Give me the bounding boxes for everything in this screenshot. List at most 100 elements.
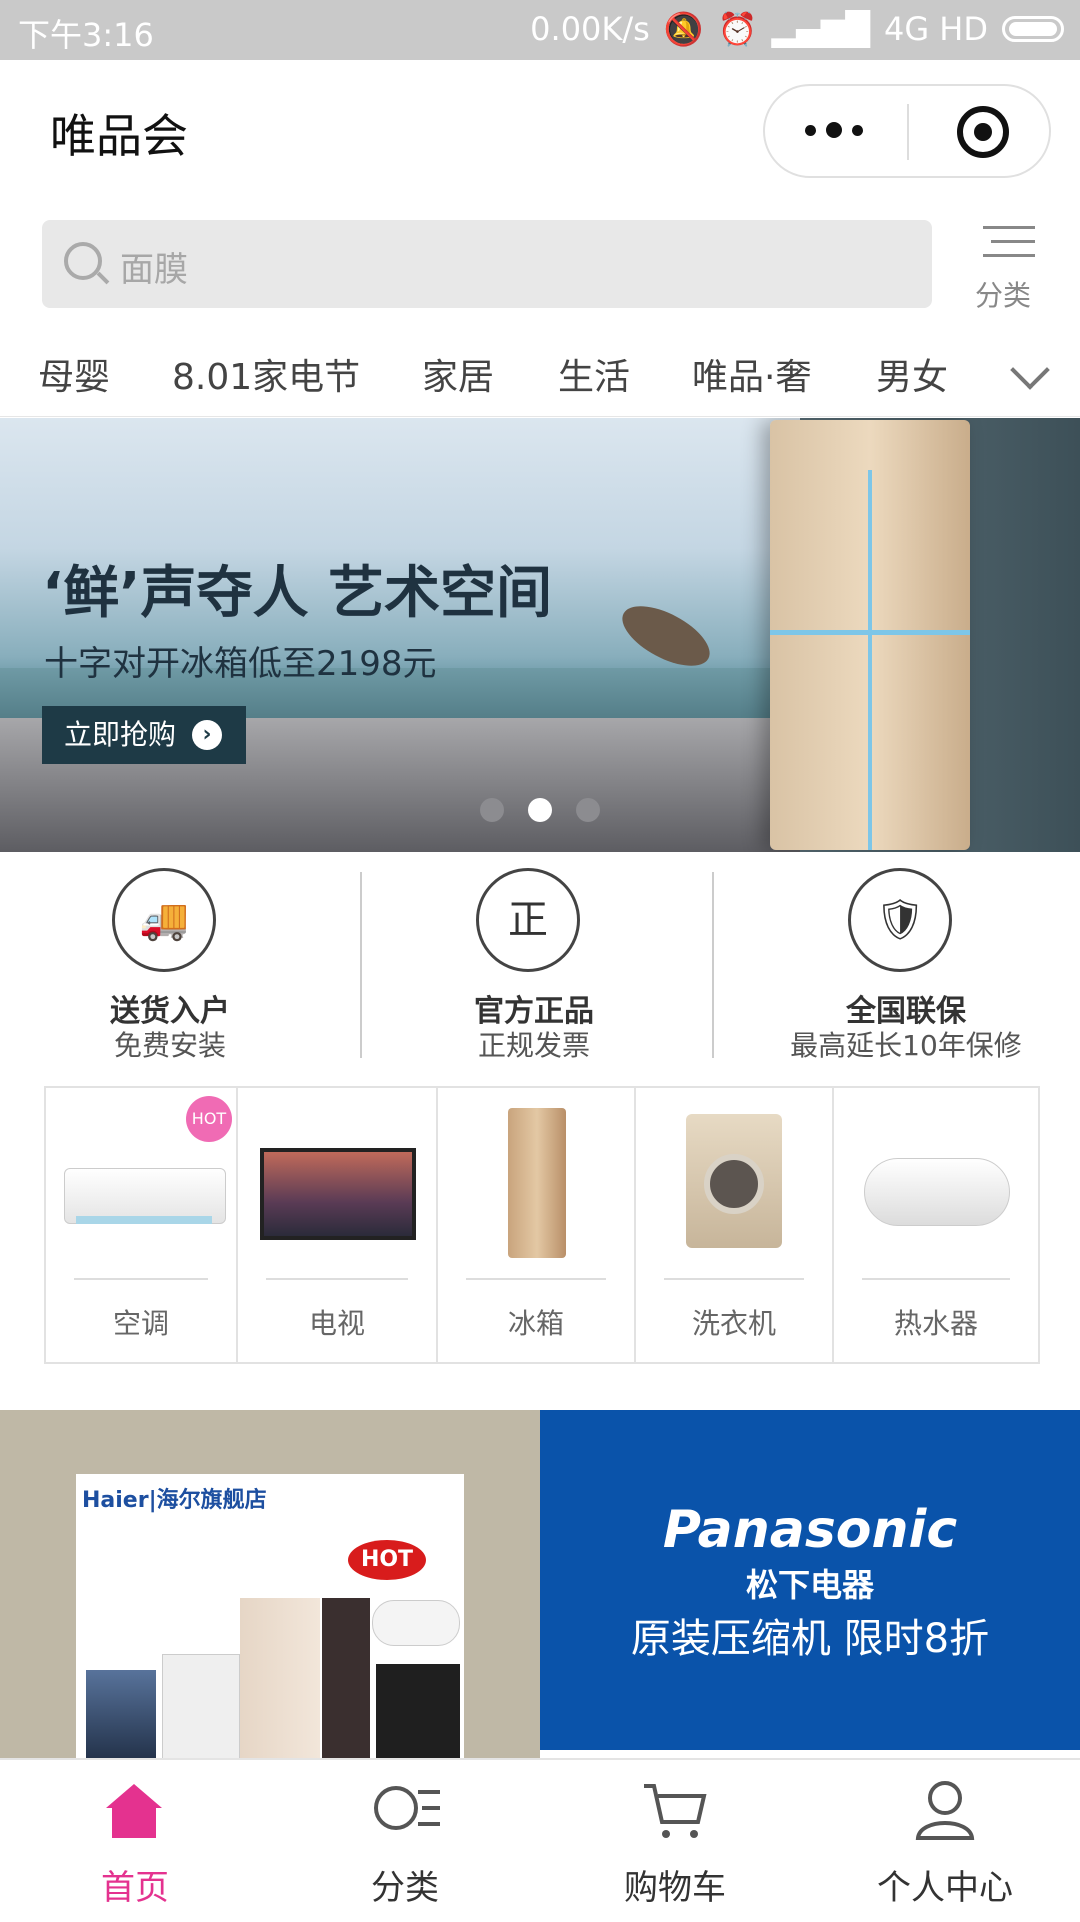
tab-5[interactable]: 男女 xyxy=(876,348,948,400)
cart-icon xyxy=(644,1784,707,1838)
refrigerator-image xyxy=(770,420,970,850)
close-target-icon[interactable] xyxy=(957,106,1009,158)
carousel-dot[interactable] xyxy=(480,798,504,822)
search-placeholder: 面膜 xyxy=(120,250,188,290)
category-label: 电视 xyxy=(308,1307,365,1340)
carousel-dot-active[interactable] xyxy=(528,798,552,822)
network-speed: 0.00K/s xyxy=(530,10,650,48)
banner-carousel[interactable]: ‘鲜’声夺人 艺术空间 十字对开冰箱低至2198元 立即抢购 › xyxy=(0,418,1080,852)
guarantee-subtitle: 最高延长10年保修 xyxy=(790,1029,1022,1062)
haier-promo[interactable]: Haier|海尔旗舰店 HOT xyxy=(0,1410,540,1762)
status-right: 0.00K/s 🔕 ⏰ ▂▄▆█ 4G HD xyxy=(530,10,1064,48)
tab-1[interactable]: 8.01家电节 xyxy=(172,348,360,400)
tab-2[interactable]: 家居 xyxy=(422,348,494,400)
hot-badge: HOT xyxy=(186,1096,232,1142)
fridge-image xyxy=(240,1598,320,1760)
category-label: 分类 xyxy=(975,279,1032,312)
tv-image xyxy=(260,1148,416,1240)
fridge-light-horizontal xyxy=(770,630,970,635)
mute-icon: 🔕 xyxy=(663,10,704,48)
search-icon xyxy=(64,242,102,280)
tab-3[interactable]: 生活 xyxy=(558,348,630,400)
panasonic-promo[interactable]: Panasonic 松下电器 原装压缩机 限时8折 xyxy=(540,1410,1080,1750)
nav-category[interactable]: 分类 xyxy=(270,1760,540,1922)
category-label: 空调 xyxy=(112,1307,169,1340)
menu-icon xyxy=(983,226,1035,229)
nav-home[interactable]: 首页 xyxy=(0,1760,270,1922)
capsule-divider xyxy=(907,104,909,160)
home-icon xyxy=(106,1784,162,1838)
washing-machine-image xyxy=(162,1654,240,1762)
hot-badge: HOT xyxy=(348,1540,426,1580)
app-title: 唯品会 xyxy=(50,109,188,163)
fridge-dark-image xyxy=(322,1598,370,1760)
nav-label: 个人中心 xyxy=(877,1868,1013,1908)
status-bar: 下午3:16 0.00K/s 🔕 ⏰ ▂▄▆█ 4G HD xyxy=(0,0,1080,60)
nav-label: 购物车 xyxy=(624,1868,726,1908)
category-label: 冰箱 xyxy=(507,1307,564,1340)
guarantee-subtitle: 免费安装 xyxy=(113,1029,226,1062)
category-tv[interactable]: 电视 xyxy=(238,1088,438,1362)
mini-program-title-bar: 唯品会 xyxy=(0,60,1080,210)
arrow-right-icon: › xyxy=(192,720,222,750)
category-button[interactable]: 分类 xyxy=(975,222,1045,312)
user-icon xyxy=(915,1781,975,1840)
water-heater-image xyxy=(864,1158,1010,1226)
category-label: 洗衣机 xyxy=(691,1307,776,1340)
nav-profile[interactable]: 个人中心 xyxy=(810,1760,1080,1922)
promo-offer: 原装压缩机 限时8折 xyxy=(630,1616,990,1662)
category-search-icon xyxy=(374,1786,440,1830)
nav-cart[interactable]: 购物车 xyxy=(540,1760,810,1922)
cell-divider xyxy=(664,1278,804,1280)
category-grid: HOT 空调 电视 冰箱 洗衣机 热水器 xyxy=(44,1086,1040,1364)
capsule-menu xyxy=(763,84,1051,178)
cell-divider xyxy=(862,1278,1010,1280)
guarantee-subtitle: 正规发票 xyxy=(477,1029,590,1062)
category-refrigerator[interactable]: 冰箱 xyxy=(438,1088,636,1362)
divider xyxy=(360,872,362,1058)
cell-divider xyxy=(266,1278,408,1280)
shield-icon: 🛡 xyxy=(848,868,952,972)
more-icon[interactable] xyxy=(805,122,863,138)
status-time: 下午3:16 xyxy=(18,16,154,54)
tv-image xyxy=(86,1670,156,1760)
haier-logo: Haier|海尔旗舰店 xyxy=(82,1488,267,1513)
category-washing-machine[interactable]: 洗衣机 xyxy=(636,1088,834,1362)
truck-icon: 🚚 xyxy=(112,868,216,972)
water-heater-image xyxy=(372,1600,460,1646)
tab-4[interactable]: 唯品·奢 xyxy=(692,348,811,400)
haier-card: Haier|海尔旗舰店 HOT xyxy=(76,1474,464,1762)
bottom-nav: 首页 分类 购物车 个人中心 xyxy=(0,1758,1080,1922)
search-input[interactable]: 面膜 xyxy=(42,220,932,308)
banner-headline: ‘鲜’声夺人 艺术空间 xyxy=(42,561,553,626)
carousel-dot[interactable] xyxy=(576,798,600,822)
panasonic-logo: Panasonic xyxy=(662,1500,958,1560)
menu-icon-line xyxy=(983,254,1035,257)
fridge-light-vertical xyxy=(868,470,872,850)
alarm-icon: ⏰ xyxy=(717,10,758,48)
network-type: 4G HD xyxy=(883,10,988,48)
refrigerator-image xyxy=(508,1108,566,1258)
tab-0[interactable]: 母婴 xyxy=(38,348,110,400)
category-water-heater[interactable]: 热水器 xyxy=(834,1088,1038,1362)
nav-label: 首页 xyxy=(101,1868,169,1908)
category-tabs: 母婴 8.01家电节 家居 生活 唯品·奢 男女 xyxy=(0,330,1080,417)
washer-door xyxy=(704,1154,764,1214)
panasonic-cn: 松下电器 xyxy=(745,1566,874,1604)
oven-image xyxy=(376,1664,460,1760)
cell-divider xyxy=(74,1278,208,1280)
banner-subline: 十字对开冰箱低至2198元 xyxy=(44,644,437,684)
guarantee-delivery: 🚚 送货入户 免费安装 xyxy=(20,868,320,1068)
buy-now-button[interactable]: 立即抢购 › xyxy=(42,706,246,764)
signal-icon: ▂▄▆█ xyxy=(771,10,870,48)
guarantee-authentic: 正 官方正品 正规发票 xyxy=(384,868,684,1068)
cell-divider xyxy=(466,1278,606,1280)
category-air-conditioner[interactable]: HOT 空调 xyxy=(46,1088,238,1362)
certified-badge-icon: 正 xyxy=(476,868,580,972)
carousel-indicator xyxy=(480,798,600,822)
guarantee-warranty: 🛡 全国联保 最高延长10年保修 xyxy=(756,868,1056,1068)
fish-image xyxy=(613,594,719,678)
divider xyxy=(712,872,714,1058)
menu-icon-line xyxy=(991,240,1035,243)
ac-vent xyxy=(76,1216,212,1224)
